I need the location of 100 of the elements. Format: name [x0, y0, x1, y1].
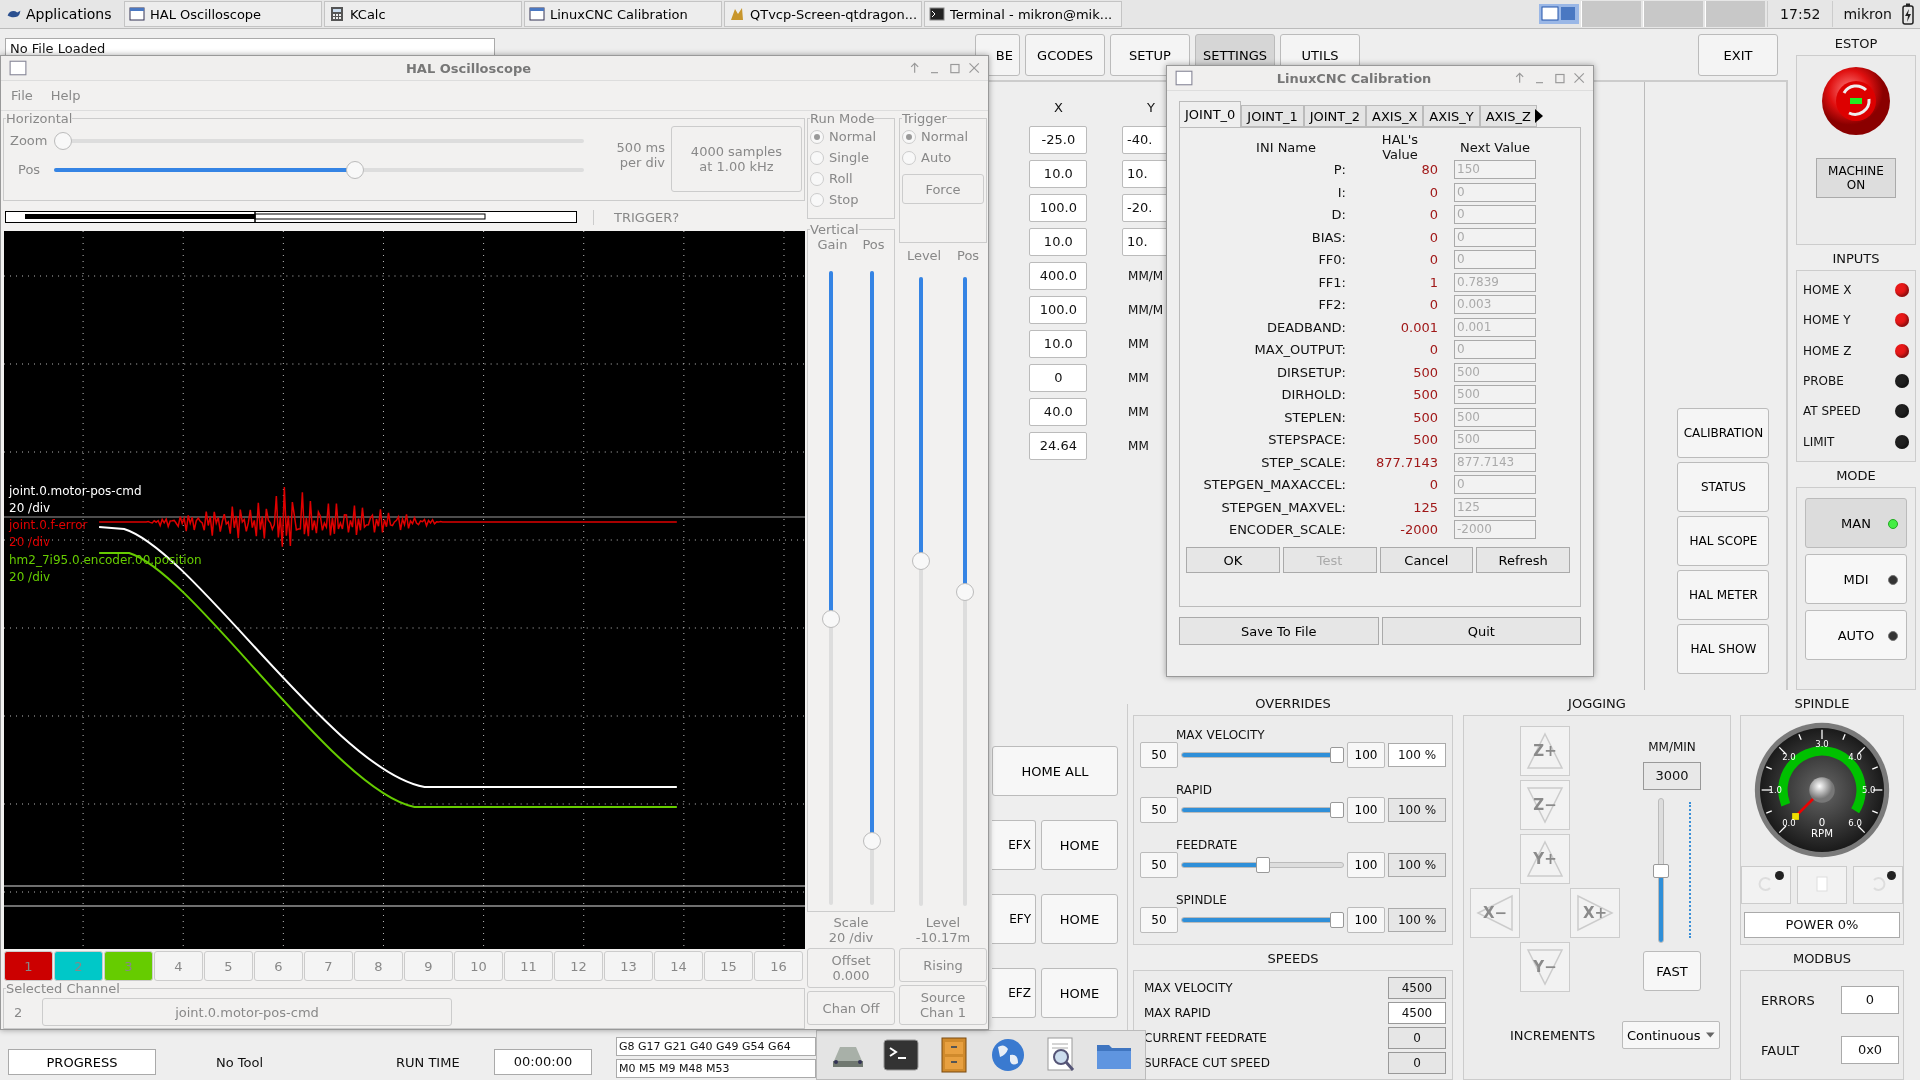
hal-value: 500 [1412, 387, 1438, 403]
unit-label: MM [1128, 371, 1149, 385]
column-header: HAL's Value [1380, 132, 1420, 163]
input-label: PROBE [1803, 374, 1844, 389]
modbus-label: FAULT [1761, 1042, 1800, 1058]
column-header: INI Name [1255, 139, 1317, 155]
parameter-name: STEPLEN: [1283, 409, 1346, 425]
section-title: ESTOP [1834, 36, 1878, 51]
slider-label: Gain [817, 237, 848, 254]
slider-label: Zoom [9, 133, 46, 148]
gauge-label: 0.0 [1782, 818, 1796, 829]
radio-label: Normal [921, 129, 969, 144]
speed-label: CURRENT FEEDRATE [1144, 1030, 1267, 1045]
hal-value: 0 [1428, 252, 1438, 268]
column-header: X [1053, 100, 1063, 116]
input-label: HOME Z [1803, 343, 1852, 358]
hal-value: 0 [1428, 184, 1438, 200]
value-field: 0 [1841, 986, 1899, 1014]
window-title: HAL Oscilloscope [404, 60, 532, 76]
input-label: HOME Y [1803, 313, 1851, 328]
section-title: SPEEDS [1267, 951, 1319, 966]
radio-label: Single [829, 150, 869, 165]
group-title: Run Mode [810, 111, 875, 126]
parameter-name: DEADBAND: [1265, 319, 1346, 335]
hal-value: 0 [1428, 477, 1438, 493]
section-title: MODE [1836, 468, 1876, 483]
slider-label: Pos [17, 162, 42, 177]
group-title: Trigger [902, 111, 947, 126]
unit-label: MM/M [1128, 303, 1164, 317]
speed-label: MAX VELOCITY [1144, 980, 1233, 995]
parameter-name: STEP_SCALE: [1260, 454, 1346, 470]
section-title: MODBUS [1792, 951, 1852, 966]
parameter-name: FF2: [1317, 297, 1346, 313]
rate-unit-label: MM/MIN [1648, 740, 1696, 754]
column-header: Y [1147, 100, 1156, 116]
rpm-unit: RPM [1811, 828, 1833, 840]
parameter-name: BIAS: [1310, 229, 1346, 245]
parameter-name: STEPGEN_MAXVEL: [1220, 499, 1346, 515]
radio-label: Roll [829, 171, 853, 186]
hal-value: 80 [1420, 162, 1438, 178]
power-field: POWER 0% [1744, 912, 1900, 938]
percent-field: 100 % [1388, 908, 1446, 932]
override-label: RAPID [1176, 783, 1213, 797]
gauge-label: 6.0 [1848, 818, 1862, 829]
increments-label: INCREMENTS [1510, 1027, 1596, 1043]
scale-readout: Scale 20 /div [827, 915, 875, 945]
hal-value: 500 [1412, 364, 1438, 380]
slider-label: Pos [957, 248, 980, 265]
hal-value: 0.001 [1399, 319, 1438, 335]
parameter-name: DIRHOLD: [1280, 387, 1346, 403]
tool-label: No Tool [216, 1054, 265, 1070]
unit-label: MM/M [1128, 269, 1164, 283]
radio-label: Stop [829, 192, 859, 207]
trace-name: joint.0.f-error [9, 517, 88, 534]
rate-label: per div [619, 155, 665, 170]
hal-value: 125 [1412, 499, 1438, 515]
slider-label: Level [906, 248, 942, 265]
samples-label: at 1.00 kHz [699, 159, 774, 174]
parameter-name: I: [1336, 184, 1346, 200]
modbus-label: ERRORS [1761, 992, 1815, 1008]
samples-label: 4000 samples [690, 144, 783, 159]
trigger-status: TRIGGER? [593, 209, 783, 225]
input-label: LIMIT [1803, 434, 1835, 449]
hal-value: 0 [1428, 207, 1438, 223]
percent-field: 100 % [1388, 798, 1446, 822]
section-title: OVERRIDES [1255, 696, 1331, 711]
hal-value: 877.7143 [1374, 454, 1438, 470]
gauge-label: 4.0 [1848, 752, 1862, 763]
value-field: 4500 [1388, 1001, 1446, 1024]
hal-value: 0 [1428, 342, 1438, 358]
input-label: HOME X [1803, 283, 1852, 298]
rate-label: 500 ms [616, 140, 665, 155]
trace-scale: 20 /div [9, 534, 51, 551]
group-title: Horizontal [6, 111, 73, 126]
hal-value: 1 [1428, 274, 1438, 290]
unit-label: MM [1128, 439, 1149, 453]
group-title: Selected Channel [6, 981, 120, 996]
value-field: 0 [1388, 1026, 1446, 1049]
hal-value: 500 [1412, 432, 1438, 448]
value-field: 4500 [1388, 976, 1446, 999]
group-title: Vertical [810, 222, 859, 237]
input-label: AT SPEED [1803, 404, 1861, 419]
parameter-name: STEPSPACE: [1267, 432, 1346, 448]
unit-label: MM [1128, 405, 1149, 419]
parameter-name: MAX_OUTPUT: [1253, 342, 1346, 358]
parameter-name: FF1: [1317, 274, 1346, 290]
radio-label: Auto [921, 150, 952, 165]
rpm-reading: 0 [1818, 817, 1826, 829]
parameter-name: DIRSETUP: [1275, 364, 1346, 380]
level-readout: Level -10.17m [914, 915, 972, 945]
override-label: MAX VELOCITY [1176, 728, 1265, 742]
parameter-name: STEPGEN_MAXACCEL: [1202, 477, 1346, 493]
unit-label: MM [1128, 337, 1149, 351]
parameter-name: ENCODER_SCALE: [1227, 522, 1346, 538]
value-field: 0x0 [1841, 1036, 1899, 1064]
jog-rate-field: 3000 [1643, 762, 1701, 790]
column-header: Next Value [1458, 139, 1532, 155]
speed-label: SURFACE CUT SPEED [1144, 1055, 1270, 1070]
gauge-label: 3.0 [1815, 738, 1829, 749]
hal-value: 0 [1428, 229, 1438, 245]
